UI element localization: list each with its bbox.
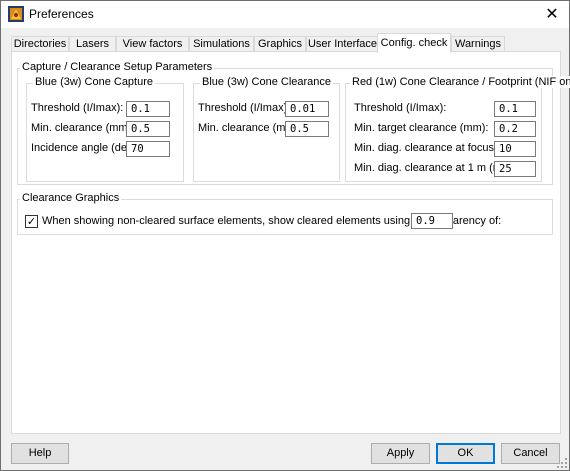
tab-user-interface[interactable]: User Interface <box>306 36 379 52</box>
diag-clearance-1m-input[interactable] <box>494 161 536 177</box>
title-bar: Preferences ✕ <box>1 1 569 28</box>
transparency-input[interactable] <box>411 213 453 229</box>
red-clearance-group: Red (1w) Cone Clearance / Footprint (NIF… <box>345 76 570 182</box>
tab-view-factors[interactable]: View factors <box>116 36 189 52</box>
min-target-clearance-label: Min. target clearance (mm): <box>354 122 489 134</box>
blue-capture-threshold-label: Threshold (I/Imax): <box>31 102 124 114</box>
cancel-button[interactable]: Cancel <box>501 443 560 464</box>
window-title: Preferences <box>29 7 94 21</box>
incidence-angle-label: Incidence angle (deg.) <box>31 142 140 154</box>
red-threshold-label: Threshold (I/Imax): <box>354 102 447 114</box>
close-icon[interactable]: ✕ <box>535 1 569 27</box>
tab-lasers[interactable]: Lasers <box>69 36 116 52</box>
blue-clearance-threshold-label: Threshold (I/Imax): <box>198 102 291 114</box>
blue-clearance-min-clearance-input[interactable] <box>285 121 329 137</box>
blue-capture-min-clearance-label: Min. clearance (mm): <box>31 122 135 134</box>
tab-graphics[interactable]: Graphics <box>254 36 306 52</box>
red-threshold-input[interactable] <box>494 101 536 117</box>
setup-parameters-group: Capture / Clearance Setup Parameters Blu… <box>17 61 570 185</box>
clearance-graphics-group: Clearance Graphics ✓ When showing non-cl… <box>17 192 553 235</box>
setup-parameters-title: Capture / Clearance Setup Parameters <box>20 61 215 73</box>
clearance-graphics-title: Clearance Graphics <box>20 192 122 204</box>
tab-config-check[interactable]: Config. check <box>377 33 451 53</box>
tab-warnings[interactable]: Warnings <box>451 36 505 52</box>
incidence-angle-input[interactable] <box>126 141 170 157</box>
blue-clearance-title: Blue (3w) Cone Clearance <box>200 76 334 88</box>
blue-capture-group: Blue (3w) Cone Capture Threshold (I/Imax… <box>26 76 184 182</box>
ok-button[interactable]: OK <box>436 443 495 464</box>
help-button[interactable]: Help <box>11 443 69 464</box>
tab-simulations[interactable]: Simulations <box>189 36 254 52</box>
config-check-panel: Capture / Clearance Setup Parameters Blu… <box>11 51 570 434</box>
blue-capture-min-clearance-input[interactable] <box>126 121 170 137</box>
min-target-clearance-input[interactable] <box>494 121 536 137</box>
resize-grip-icon[interactable] <box>557 458 567 468</box>
preferences-window: Preferences ✕ Directories Lasers View fa… <box>0 0 570 471</box>
apply-button[interactable]: Apply <box>371 443 430 464</box>
red-clearance-title: Red (1w) Cone Clearance / Footprint (NIF… <box>350 76 570 88</box>
tab-strip: Directories Lasers View factors Simulati… <box>11 33 561 53</box>
blue-clearance-threshold-input[interactable] <box>285 101 329 117</box>
transparency-checkbox[interactable]: ✓ <box>25 215 38 228</box>
blue-capture-threshold-input[interactable] <box>126 101 170 117</box>
diag-clearance-focus-input[interactable] <box>494 141 536 157</box>
tab-directories[interactable]: Directories <box>11 36 69 52</box>
blue-capture-title: Blue (3w) Cone Capture <box>33 76 156 88</box>
preferences-app-icon <box>8 6 24 22</box>
blue-clearance-group: Blue (3w) Cone Clearance Threshold (I/Im… <box>193 76 340 182</box>
